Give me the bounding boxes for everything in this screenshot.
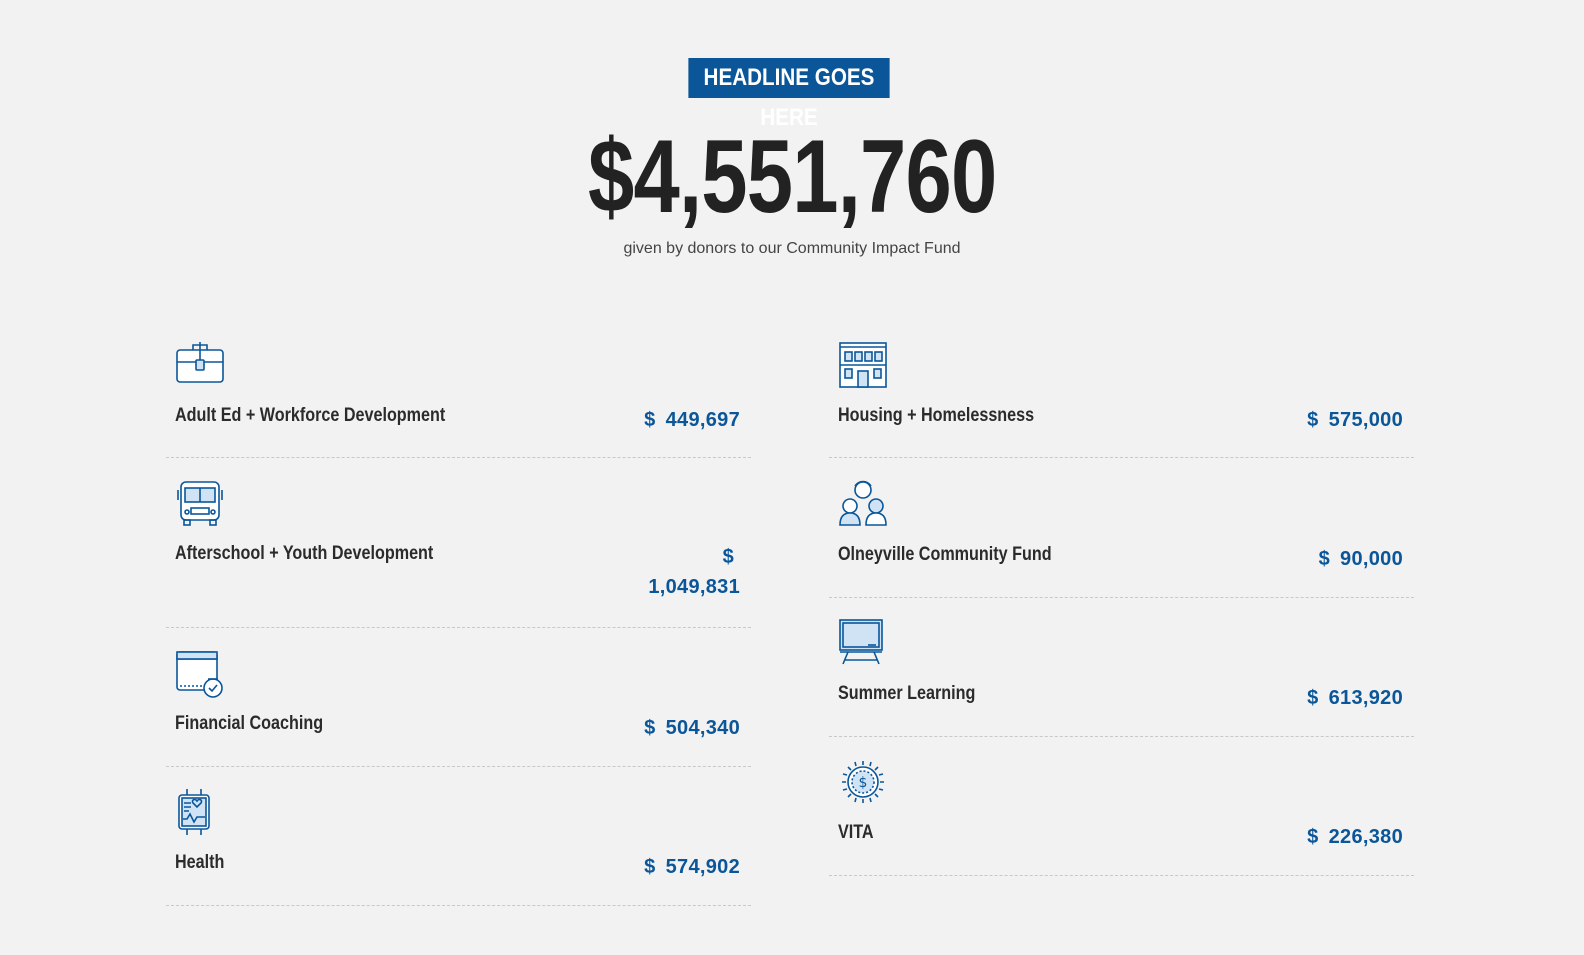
amount-value: 575,000 [1328,409,1403,431]
building-icon [838,340,888,390]
list-item-olneyville: Olneyville Community Fund $90,000 [829,458,1414,598]
currency-symbol: $ [1307,409,1319,431]
list-item-summer-learning: Summer Learning $613,920 [829,598,1414,737]
currency-symbol: $ [644,856,656,878]
item-amount: $575,000 [1307,409,1403,432]
item-amount: $574,902 [644,856,740,879]
item-amount: $449,697 [644,409,740,432]
item-label: Olneyville Community Fund [838,544,1052,565]
item-amount: $504,340 [644,717,740,740]
heart-monitor-watch-icon [175,787,225,837]
list-item-vita: $ VITA $226,380 [829,737,1414,876]
list-item-financial-coaching: Financial Coaching $504,340 [166,628,751,767]
item-amount: $90,000 [1319,548,1403,571]
chalkboard-icon [838,618,888,668]
item-label: Summer Learning [838,683,976,704]
currency-symbol: $ [722,546,734,568]
currency-symbol: $ [1318,548,1331,570]
briefcase-icon [175,340,225,390]
amount-value: 574,902 [665,856,740,878]
amount-value: 226,380 [1328,826,1403,848]
headline-badge: HEADLINE GOES HERE [688,58,890,131]
item-label: Adult Ed + Workforce Development [175,405,446,426]
list-item-adult-ed: Adult Ed + Workforce Development $449,69… [166,320,751,458]
community-people-icon [838,478,888,528]
left-column: Adult Ed + Workforce Development $449,69… [166,320,751,906]
item-label: Housing + Homelessness [838,405,1035,426]
amount-value: 613,920 [1328,687,1403,709]
item-label: VITA [838,822,874,843]
currency-symbol: $ [644,717,656,739]
total-amount: $4,551,760 [0,118,1584,236]
item-label: Afterschool + Youth Development [175,543,434,564]
currency-symbol: $ [644,409,656,431]
amount-value: 504,340 [665,717,740,739]
school-bus-icon [175,478,225,528]
item-label: Health [175,852,225,873]
item-amount: $613,920 [1307,687,1403,710]
total-amount-text: $4,551,760 [587,119,997,235]
currency-symbol: $ [1307,687,1319,709]
amount-value: 449,697 [665,409,740,431]
currency-symbol: $ [1307,826,1319,848]
right-column: Housing + Homelessness $575,000 Olneyvil… [829,320,1414,876]
list-item-health: Health $574,902 [166,767,751,906]
list-item-housing: Housing + Homelessness $575,000 [829,320,1414,458]
item-amount: $226,380 [1307,826,1403,849]
amount-value: 90,000 [1340,548,1403,570]
item-label: Financial Coaching [175,713,324,734]
svg-text:$: $ [859,775,868,791]
list-item-afterschool: Afterschool + Youth Development $1,049,8… [166,458,751,628]
total-subline: given by donors to our Community Impact … [623,240,961,257]
wallet-check-icon [175,648,225,698]
dollar-coin-icon: $ [838,757,888,807]
item-amount: $1,049,831 [630,542,740,602]
amount-value: 1,049,831 [648,576,740,598]
